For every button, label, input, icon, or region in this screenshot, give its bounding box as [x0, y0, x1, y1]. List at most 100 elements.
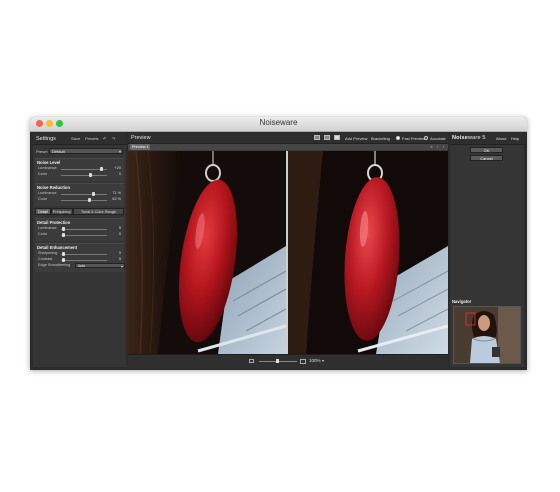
cancel-button[interactable]: Cancel [470, 155, 503, 161]
noise-level-section: Noise Level Luminance +20 Color 0 [35, 158, 124, 181]
chevron-down-icon[interactable]: ▾ [322, 358, 324, 363]
detail-enhancement-title: Detail Enhancement [37, 245, 78, 250]
side-by-side-view-icon[interactable] [334, 135, 340, 140]
split-view-icon[interactable] [324, 135, 330, 140]
preview-tab-bar: Preview 1 × ‹ › [128, 144, 448, 150]
navigator-thumbnail[interactable] [453, 306, 521, 364]
slider-track[interactable] [61, 175, 107, 176]
slider-knob[interactable] [89, 173, 93, 177]
slider-row[interactable]: Color 62 % [35, 197, 124, 203]
tab-detail[interactable]: Detail [35, 208, 51, 215]
preview-area[interactable] [128, 151, 448, 354]
slider-knob[interactable] [61, 252, 65, 256]
zoom-slider-knob[interactable] [276, 359, 279, 363]
slider-knob[interactable] [92, 192, 96, 196]
slider-track[interactable] [61, 260, 107, 261]
right-header: Noiseware 5 About Help [450, 133, 524, 145]
chevron-down-icon: ▾ [120, 264, 123, 269]
presets-button[interactable]: Presets [85, 136, 99, 141]
chevron-down-icon: ▾ [118, 149, 121, 154]
settings-title: Settings [36, 136, 56, 142]
slider-knob[interactable] [61, 227, 65, 231]
slider-value: +20 [114, 166, 121, 170]
slider-value: 5 [118, 257, 121, 261]
slider-value: 0 [118, 172, 121, 176]
chevron-right-icon[interactable]: › [441, 144, 446, 149]
zoom-in-icon[interactable] [300, 359, 306, 364]
undo-icon[interactable]: ↶ [103, 136, 106, 141]
processed-preview-image[interactable] [288, 151, 448, 354]
ok-button[interactable]: OK [470, 147, 503, 153]
preset-label: Preset [36, 149, 48, 154]
slider-row[interactable]: Color 5 [35, 232, 124, 238]
bracketing-button[interactable]: Bracketing [371, 136, 390, 141]
zoom-bar: 100% ▾ [128, 354, 448, 368]
title-bar: Noiseware [30, 117, 527, 132]
slider-knob[interactable] [99, 167, 103, 171]
zoom-value[interactable]: 100% [309, 358, 321, 363]
slider-value: 5 [118, 226, 121, 230]
slider-value: 5 [118, 232, 121, 236]
noise-reduction-section: Noise Reduction Luminance 71 % Color 62 … [35, 183, 124, 206]
single-view-icon[interactable] [314, 135, 320, 140]
slider-label: Color [38, 197, 48, 201]
fast-preview-radio[interactable] [396, 136, 400, 140]
noise-level-title: Noise Level [37, 160, 61, 165]
preview-header: Preview Add Preview Bracketing Fast Prev… [128, 133, 448, 144]
redo-icon[interactable]: ↷ [112, 136, 115, 141]
preset-value: Default [52, 149, 65, 154]
slider-track[interactable] [61, 229, 107, 230]
slider-track[interactable] [61, 194, 107, 195]
accurate-label: Accurate [430, 136, 446, 141]
brand-main: Noise [452, 135, 468, 141]
detail-protection-section: Detail Protection Luminance 5 Color 5 [35, 218, 124, 241]
slider-track[interactable] [61, 235, 107, 236]
detail-tabs: Detail Frequency Tonal & Color Range [35, 208, 124, 216]
settings-header: Settings Save Presets ↶ ↷ [33, 133, 126, 145]
tab-preview-1[interactable]: Preview 1 [130, 144, 150, 150]
slider-label: Luminance [38, 191, 57, 195]
tab-tonal-color-range[interactable]: Tonal & Color Range [73, 208, 124, 215]
original-preview-image[interactable] [128, 151, 286, 354]
slider-label: Luminance [38, 226, 57, 230]
x-icon[interactable]: × [429, 144, 434, 149]
detail-protection-title: Detail Protection [37, 220, 71, 225]
edge-smoothening-select[interactable]: Auto ▾ [75, 263, 125, 269]
detail-enhancement-section: Detail Enhancement Sharpening 5 Contrast… [35, 243, 125, 272]
edge-smoothening-row: Edge Smoothening Auto ▾ [35, 263, 125, 269]
slider-label: Sharpening [38, 251, 58, 255]
slider-value: 62 % [112, 197, 121, 201]
slider-row[interactable]: Color 0 [35, 172, 124, 178]
add-preview-button[interactable]: Add Preview [345, 136, 367, 141]
slider-track[interactable] [61, 254, 107, 255]
edge-smoothening-label: Edge Smoothening [38, 263, 71, 267]
app-window: Noiseware Settings Save Presets ↶ ↷ Pres… [30, 117, 527, 370]
save-button[interactable]: Save [71, 136, 80, 141]
slider-knob[interactable] [61, 233, 65, 237]
accurate-radio[interactable] [424, 136, 428, 140]
slider-knob[interactable] [88, 198, 92, 202]
preview-title: Preview [131, 135, 151, 141]
settings-panel: Settings Save Presets ↶ ↷ Preset Default… [33, 133, 126, 367]
slider-knob[interactable] [61, 258, 65, 262]
chevron-left-icon[interactable]: ‹ [435, 144, 440, 149]
noise-reduction-title: Noise Reduction [37, 185, 71, 190]
tab-frequency[interactable]: Frequency [51, 208, 73, 215]
preset-row: Preset Default ▾ [33, 147, 126, 156]
preset-select[interactable]: Default ▾ [49, 148, 123, 154]
right-panel: Noiseware 5 About Help OK Cancel Navigat… [450, 133, 524, 367]
fast-preview-label: Fast Preview [402, 136, 426, 141]
zoom-out-icon[interactable] [249, 359, 254, 363]
slider-track[interactable] [61, 200, 107, 201]
edge-smoothening-value: Auto [78, 264, 86, 268]
slider-value: 71 % [112, 191, 121, 195]
help-link[interactable]: Help [511, 136, 519, 141]
slider-label: Color [38, 172, 48, 176]
brand-rest: ware 5 [467, 135, 486, 141]
slider-label: Luminance [38, 166, 57, 170]
brand-logo: Noiseware 5 [452, 135, 486, 141]
preview-panel: Preview Add Preview Bracketing Fast Prev… [128, 133, 448, 368]
slider-label: Color [38, 232, 48, 236]
slider-value: 5 [118, 251, 121, 255]
about-link[interactable]: About [496, 136, 506, 141]
